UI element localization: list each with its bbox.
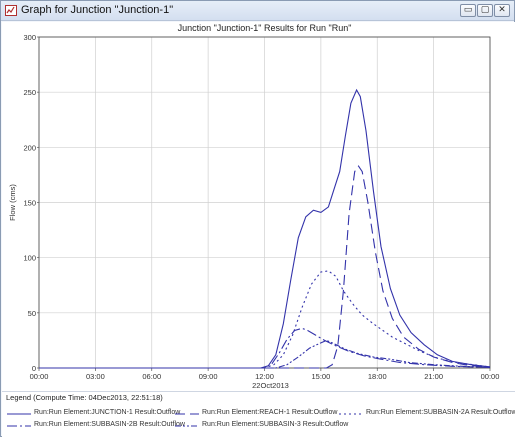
legend-swatch bbox=[339, 413, 363, 415]
x-axis-label: 22Oct2013 bbox=[252, 381, 289, 390]
x-tick-label: 00:00 bbox=[481, 372, 500, 381]
chart-panel[interactable]: Junction "Junction-1" Results for Run "R… bbox=[2, 22, 515, 391]
x-tick-label: 03:00 bbox=[86, 372, 105, 381]
y-tick-label: 200 bbox=[23, 143, 36, 152]
y-tick-label: 150 bbox=[23, 199, 36, 208]
x-tick-label: 15:00 bbox=[311, 372, 330, 381]
y-tick-label: 300 bbox=[23, 33, 36, 42]
minimize-button[interactable]: ▭ bbox=[460, 4, 476, 17]
window-title: Graph for Junction "Junction-1" bbox=[21, 4, 174, 16]
legend-swatch bbox=[175, 425, 199, 427]
chart-title: Junction "Junction-1" Results for Run "R… bbox=[178, 23, 352, 33]
x-tick-label: 09:00 bbox=[199, 372, 218, 381]
legend-label: Run:Run Element:SUBBASIN-2A Result:Outfl… bbox=[366, 409, 515, 416]
x-tick-label: 12:00 bbox=[255, 372, 274, 381]
legend-label: Run:Run Element:SUBBASIN-2B Result:Outfl… bbox=[34, 421, 185, 428]
legend-swatch bbox=[7, 425, 31, 427]
x-tick-label: 06:00 bbox=[142, 372, 161, 381]
flow-chart[interactable]: Junction "Junction-1" Results for Run "R… bbox=[2, 22, 515, 391]
legend-label: Run:Run Element:REACH-1 Result:Outflow bbox=[202, 409, 338, 416]
graph-window: Graph for Junction "Junction-1" ▭ ▢ ✕ Ju… bbox=[0, 0, 515, 437]
legend-title: Legend (Compute Time: 04Dec2013, 22:51:1… bbox=[6, 393, 163, 402]
legend-swatch bbox=[175, 413, 199, 415]
y-tick-label: 250 bbox=[23, 88, 36, 97]
legend-panel: Legend (Compute Time: 04Dec2013, 22:51:1… bbox=[2, 391, 515, 437]
graph-app-icon bbox=[5, 5, 17, 16]
legend-label: Run:Run Element:JUNCTION-1 Result:Outflo… bbox=[34, 409, 181, 416]
close-button[interactable]: ✕ bbox=[494, 4, 510, 17]
title-bar[interactable]: Graph for Junction "Junction-1" ▭ ▢ ✕ bbox=[1, 1, 514, 21]
legend-swatch bbox=[7, 413, 31, 415]
x-tick-label: 18:00 bbox=[368, 372, 387, 381]
maximize-button[interactable]: ▢ bbox=[477, 4, 493, 17]
y-tick-label: 100 bbox=[23, 254, 36, 263]
y-tick-label: 50 bbox=[28, 309, 36, 318]
x-tick-label: 21:00 bbox=[424, 372, 443, 381]
legend-label: Run:Run Element:SUBBASIN-3 Result:Outflo… bbox=[202, 421, 349, 428]
x-tick-label: 00:00 bbox=[30, 372, 49, 381]
y-axis-label: Flow (cms) bbox=[8, 184, 17, 221]
